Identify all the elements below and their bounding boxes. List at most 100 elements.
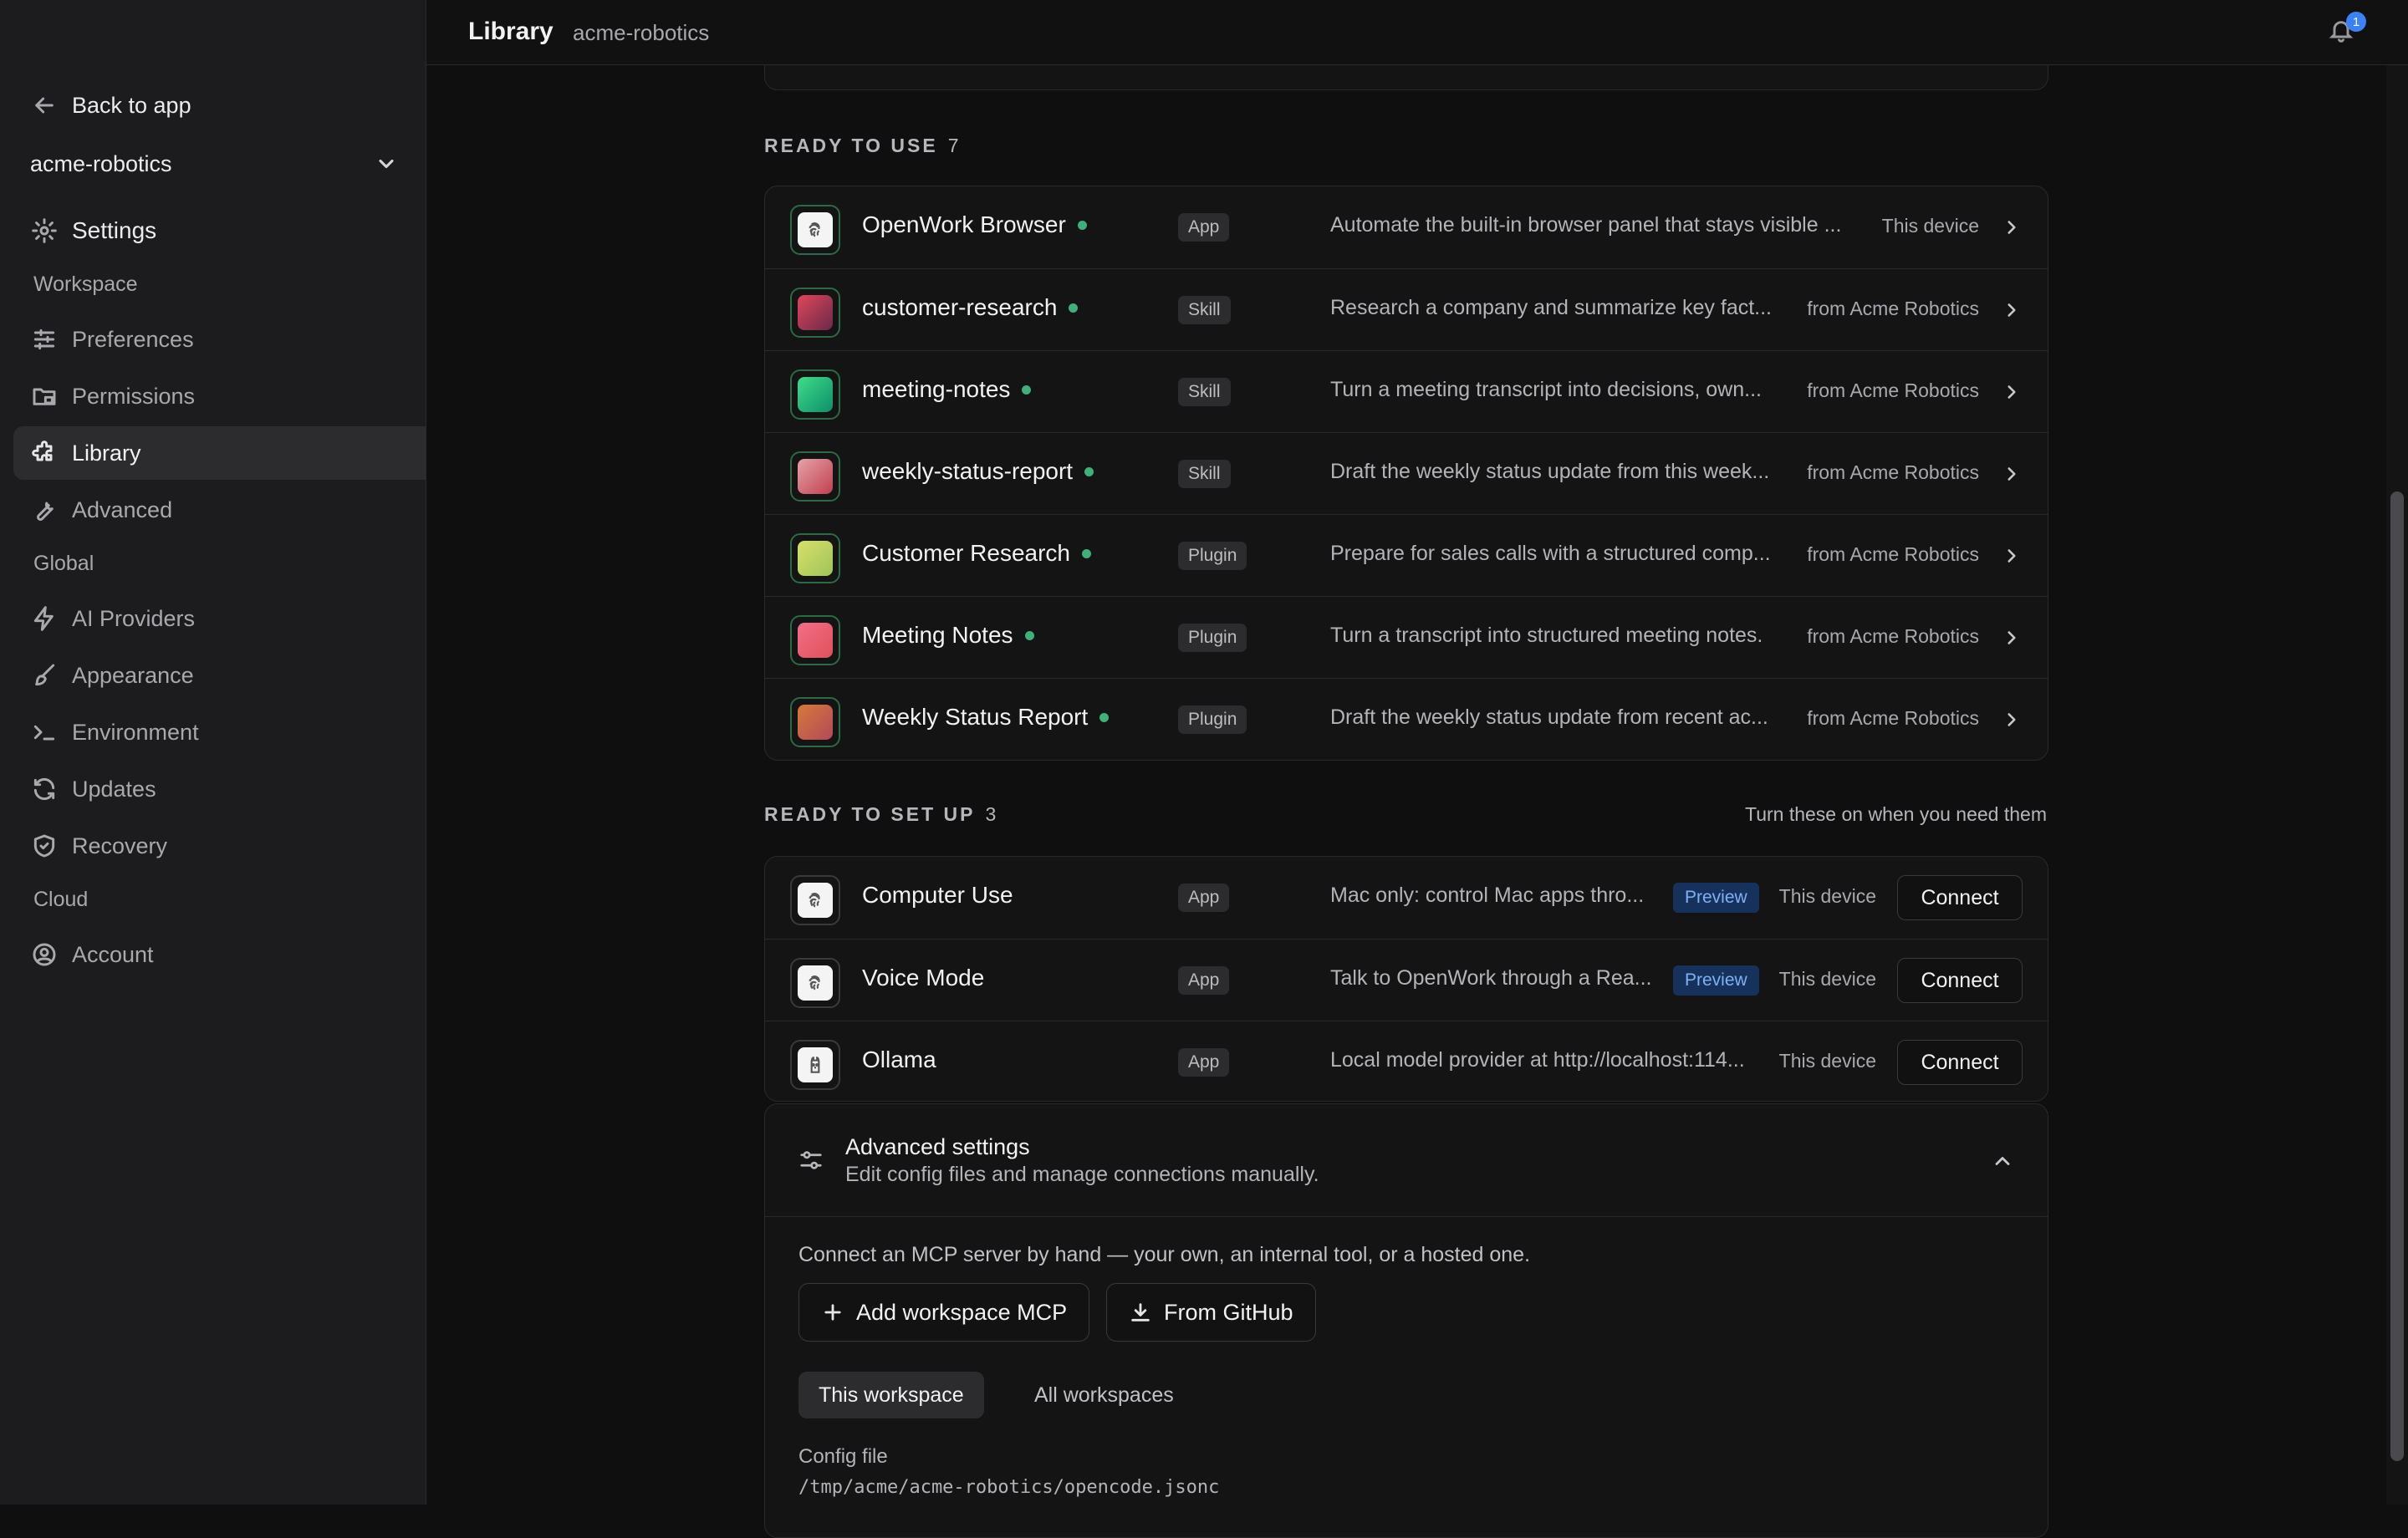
preview-badge: Preview <box>1673 883 1759 913</box>
item-name: Weekly Status Report <box>862 704 1110 731</box>
chevron-down-icon <box>379 159 394 169</box>
status-dot <box>1069 303 1079 313</box>
from-github-label: From GitHub <box>1164 1299 1293 1325</box>
sidebar-item-label: Library <box>72 440 141 466</box>
item-name: customer-research <box>862 294 1079 321</box>
sidebar-item-ai-providers[interactable]: AI Providers <box>13 592 426 645</box>
sidebar-item-library[interactable]: Library <box>13 426 426 480</box>
connect-button[interactable]: Connect <box>1897 1040 2023 1085</box>
list-item[interactable]: meeting-notes Skill Turn a meeting transcr… <box>765 350 2048 432</box>
setup-hint: Turn these on when you need them <box>1745 803 2047 825</box>
list-item[interactable]: OpenWork Browser App Automate the built-in… <box>765 186 2048 268</box>
chevron-right-icon[interactable] <box>2001 299 2023 321</box>
ready-count: 7 <box>947 135 960 156</box>
item-name: Voice Mode <box>862 965 985 991</box>
item-description: Draft the weekly status update from this… <box>1330 460 1770 483</box>
list-item[interactable]: Ollama App Local model provider at http://… <box>765 1021 2048 1101</box>
sidebar-item-label: Settings <box>72 217 157 243</box>
item-description: Local model provider at http://localhost… <box>1330 1048 1745 1072</box>
list-item[interactable]: customer-research Skill Research a company… <box>765 268 2048 350</box>
chevron-right-icon[interactable] <box>2001 545 2023 567</box>
item-description: Talk to OpenWork through a Rea... <box>1330 966 1652 990</box>
tab-all-workspaces[interactable]: All workspaces <box>1014 1372 1194 1418</box>
list-item[interactable]: Voice Mode App Talk to OpenWork through a … <box>765 939 2048 1021</box>
page-title: Library <box>468 18 554 45</box>
sidebar-item-preferences[interactable]: Preferences <box>13 313 426 366</box>
tab-this-workspace[interactable]: This workspace <box>798 1372 984 1418</box>
item-source: from Acme Robotics <box>1807 707 1979 729</box>
preview-badge: Preview <box>1673 965 1759 996</box>
add-workspace-mcp-label: Add workspace MCP <box>856 1299 1068 1325</box>
sidebar-item-updates[interactable]: Updates <box>13 762 426 816</box>
item-type-badge: Skill <box>1178 378 1231 406</box>
add-workspace-mcp-button[interactable]: Add workspace MCP <box>798 1283 1090 1342</box>
sidebar-item-label: Preferences <box>72 326 194 352</box>
terminal-icon <box>30 718 59 746</box>
setup-heading-label: READY TO SET UP <box>764 803 976 825</box>
advanced-settings-header[interactable]: Advanced settings Edit config files and … <box>765 1104 2048 1217</box>
item-name: OpenWork Browser <box>862 211 1087 238</box>
item-type-badge: Skill <box>1178 460 1231 488</box>
sidebar-item-permissions[interactable]: Permissions <box>13 369 426 423</box>
scrollbar[interactable] <box>2386 65 2408 1505</box>
download-icon <box>1131 1303 1150 1322</box>
sidebar-item-recovery[interactable]: Recovery <box>13 819 426 873</box>
item-source: from Acme Robotics <box>1807 543 1979 565</box>
item-source: from Acme Robotics <box>1807 379 1979 401</box>
from-github-button[interactable]: From GitHub <box>1106 1283 1316 1342</box>
sidebar-item-settings[interactable]: Settings <box>13 204 426 257</box>
gradient-yellow-icon <box>790 533 840 583</box>
item-type-badge: Plugin <box>1178 705 1247 734</box>
list-item[interactable]: weekly-status-report Skill Draft the weekl… <box>765 432 2048 514</box>
item-type-badge: App <box>1178 213 1230 242</box>
workspace-select[interactable]: acme-robotics <box>30 144 398 184</box>
item-source: This device <box>1778 1050 1876 1072</box>
item-name: Computer Use <box>862 882 1013 908</box>
item-name: Customer Research <box>862 540 1091 567</box>
ollama-icon <box>790 1040 840 1090</box>
chevron-right-icon[interactable] <box>2001 463 2023 485</box>
item-source: This device <box>1881 215 1979 237</box>
chevron-right-icon[interactable] <box>2001 216 2023 238</box>
item-name: weekly-status-report <box>862 458 1094 485</box>
item-type-badge: Plugin <box>1178 542 1247 570</box>
sidebar-item-appearance[interactable]: Appearance <box>13 649 426 702</box>
list-item[interactable]: Meeting Notes Plugin Turn a transcript int… <box>765 596 2048 678</box>
notifications-button[interactable]: 1 <box>2328 12 2366 50</box>
back-to-app-label: Back to app <box>72 92 191 118</box>
openwork-icon <box>790 958 840 1008</box>
list-item[interactable]: Computer Use App Mac only: control Mac app… <box>765 857 2048 939</box>
sidebar-item-label: Advanced <box>72 497 173 522</box>
item-description: Research a company and summarize key fac… <box>1330 296 1773 319</box>
sidebar-item-advanced[interactable]: Advanced <box>13 483 426 537</box>
scrollbar-thumb[interactable] <box>2390 491 2404 1461</box>
list-item[interactable]: Customer Research Plugin Prepare for sales… <box>765 514 2048 596</box>
gradient-pink-icon <box>790 451 840 502</box>
openwork-icon <box>790 875 840 925</box>
gradient-red-icon <box>790 288 840 338</box>
notification-badge: 1 <box>2346 12 2366 32</box>
chevron-right-icon[interactable] <box>2001 709 2023 731</box>
sidebar-item-account[interactable]: Account <box>13 928 426 981</box>
back-to-app-link[interactable]: Back to app <box>13 79 426 132</box>
section-workspace: Workspace <box>33 272 138 296</box>
chevron-right-icon[interactable] <box>2001 381 2023 403</box>
chevron-up-icon[interactable] <box>1991 1149 2014 1177</box>
item-name: meeting-notes <box>862 376 1032 403</box>
chevron-right-icon[interactable] <box>2001 627 2023 649</box>
gear-icon <box>30 216 59 245</box>
status-dot <box>1084 466 1094 476</box>
section-cloud: Cloud <box>33 888 89 911</box>
gradient-rose-icon <box>790 615 840 665</box>
connect-button[interactable]: Connect <box>1897 875 2023 920</box>
connect-button[interactable]: Connect <box>1897 958 2023 1003</box>
user-circle-icon <box>30 940 59 969</box>
status-dot <box>1081 548 1091 558</box>
sidebar-item-label: Environment <box>72 719 199 745</box>
section-global: Global <box>33 552 94 575</box>
item-type-badge: Plugin <box>1178 624 1247 652</box>
wrench-icon <box>30 496 59 524</box>
item-description: Mac only: control Mac apps thro... <box>1330 884 1645 907</box>
sidebar-item-environment[interactable]: Environment <box>13 705 426 759</box>
list-item[interactable]: Weekly Status Report Plugin Draft the week… <box>765 678 2048 760</box>
